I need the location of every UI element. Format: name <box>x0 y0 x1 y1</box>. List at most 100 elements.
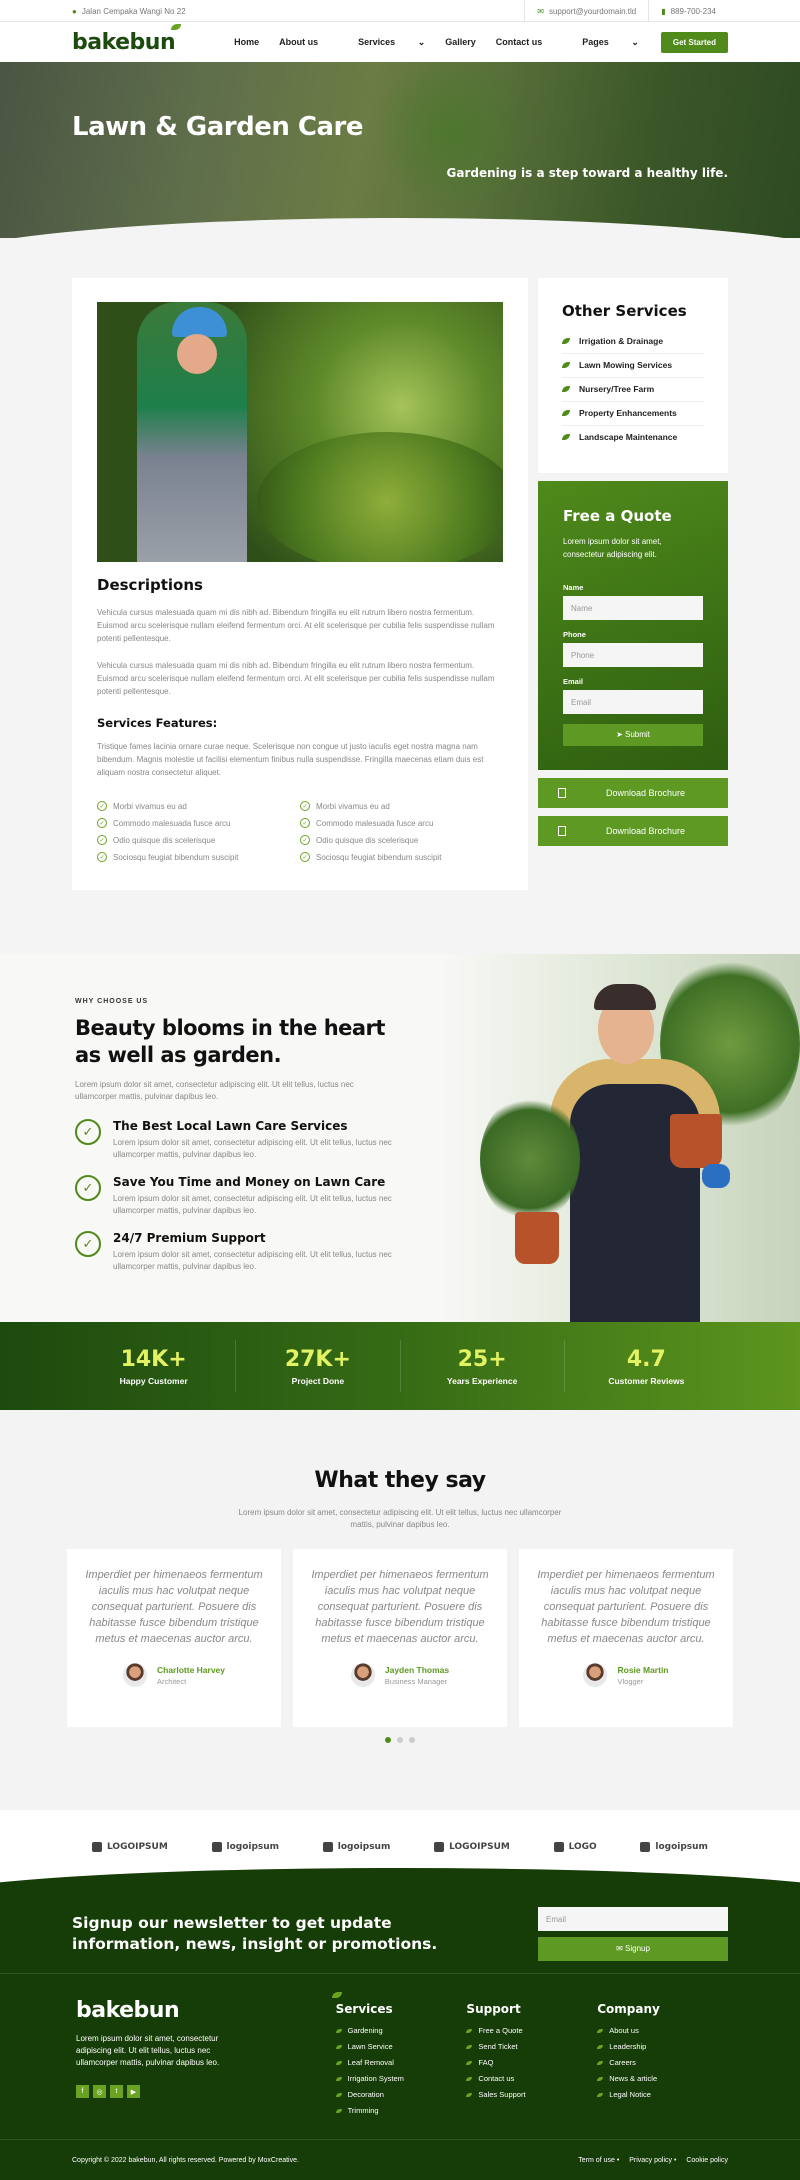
facebook-icon[interactable]: f <box>76 2085 89 2098</box>
features-list: ✓ Morbi vivamus eu ad ✓ Morbi vivamus eu a… <box>97 801 503 862</box>
map-pin-icon: ● <box>72 6 77 16</box>
feature-item: ✓ Morbi vivamus eu ad <box>97 801 300 811</box>
check-icon: ✓ <box>97 835 107 845</box>
signup-button[interactable]: ✉ Signup <box>538 1937 728 1961</box>
why-item-title: The Best Local Lawn Care Services <box>113 1119 348 1133</box>
terms-link[interactable]: Term of use <box>578 2157 615 2164</box>
email-label: Email <box>563 677 584 686</box>
testimonial-card: Imperdiet per himenaeos fermentum iaculi… <box>519 1549 733 1727</box>
email-field[interactable]: Email <box>563 690 703 714</box>
chevron-down-icon: ⌄ <box>417 36 426 47</box>
carousel-dot[interactable] <box>397 1737 403 1743</box>
other-service-irrigation[interactable]: Irrigation & Drainage <box>562 330 704 354</box>
testimonials-heading: What they say <box>314 1468 486 1493</box>
chevron-down-icon: ⌄ <box>631 36 639 47</box>
footer-logo[interactable]: bakebun <box>76 1992 342 2023</box>
leaf-icon <box>562 410 570 416</box>
footer-link[interactable]: Sales Support <box>466 2090 597 2099</box>
leaf-icon <box>171 23 182 30</box>
description-paragraph: Vehicula cursus malesuada quam mi dis ni… <box>97 608 495 643</box>
partner-logo: logoipsum <box>322 1842 390 1852</box>
why-item-text: Lorem ipsum dolor sit amet, consectetur … <box>113 1194 392 1215</box>
feature-item: ✓ Odio quisque dis scelerisque <box>300 835 503 845</box>
footer-link[interactable]: FAQ <box>466 2058 597 2067</box>
name-field[interactable]: Name <box>563 596 703 620</box>
sidebar: Other Services Irrigation & Drainage Law… <box>538 278 728 846</box>
nav-pages[interactable]: Pages ⌄ <box>562 37 639 48</box>
name-label: Name <box>563 583 584 592</box>
phone-contact[interactable]: ▮ 889-700-234 <box>648 0 728 22</box>
email-contact[interactable]: ✉ support@yourdomain.tld <box>524 0 648 22</box>
other-service-lawn-mowing[interactable]: Lawn Mowing Services <box>562 354 704 378</box>
nav-gallery[interactable]: Gallery <box>445 37 476 48</box>
section-eyebrow: WHY CHOOSE US <box>75 998 149 1005</box>
footer-link[interactable]: Send Ticket <box>466 2042 597 2051</box>
testimonial-quote: Imperdiet per himenaeos fermentum iaculi… <box>311 1569 489 1645</box>
gardener-woman-photo <box>480 954 800 1322</box>
stat-item: 25+ Years Experience <box>401 1340 565 1392</box>
other-service-landscape[interactable]: Landscape Maintenance <box>562 426 704 449</box>
footer-company: Company About us Leadership Careers News… <box>597 1998 728 2122</box>
footer-link[interactable]: Contact us <box>466 2074 597 2083</box>
carousel-dot[interactable] <box>385 1737 391 1743</box>
features-heading: Services Features: <box>97 716 218 730</box>
other-service-nursery[interactable]: Nursery/Tree Farm <box>562 378 704 402</box>
phone-icon: ▮ <box>661 6 666 16</box>
footer-link[interactable]: Gardening <box>335 2026 467 2035</box>
newsletter-email-input[interactable]: Email <box>538 1907 728 1931</box>
phone-field[interactable]: Phone <box>563 643 703 667</box>
why-item-title: Save You Time and Money on Lawn Care <box>113 1175 386 1189</box>
download-brochure-button[interactable]: Download Brochure <box>538 816 728 846</box>
mail-icon: ✉ <box>537 6 544 16</box>
site-logo[interactable]: bakebun <box>72 23 182 55</box>
other-service-property[interactable]: Property Enhancements <box>562 402 704 426</box>
leaf-icon <box>562 386 570 392</box>
site-footer: Signup our newsletter to get update info… <box>0 1868 800 2180</box>
footer-link[interactable]: Decoration <box>335 2090 467 2099</box>
footer-link[interactable]: News & article <box>597 2074 728 2083</box>
leaf-icon <box>562 362 570 368</box>
why-item: ✓ Save You Time and Money on Lawn Care Lo… <box>75 1175 395 1217</box>
pdf-icon <box>558 826 566 836</box>
quote-text: Lorem ipsum dolor sit amet, consectetur … <box>563 537 662 559</box>
youtube-icon[interactable]: ▶ <box>127 2085 140 2098</box>
footer-link[interactable]: Careers <box>597 2058 728 2067</box>
nav-about[interactable]: About us <box>279 37 318 48</box>
privacy-link[interactable]: Privacy policy <box>629 2157 672 2164</box>
stats-bar: 14K+ Happy Customer 27K+ Project Done 25+ Y… <box>0 1322 800 1410</box>
nav-contact[interactable]: Contact us <box>496 37 543 48</box>
footer-link[interactable]: About us <box>597 2026 728 2035</box>
why-item-title: 24/7 Premium Support <box>113 1231 266 1245</box>
testimonial-role: Architect <box>156 1676 187 1686</box>
check-circle-icon: ✓ <box>75 1119 101 1145</box>
cookie-link[interactable]: Cookie policy <box>686 2157 728 2164</box>
footer-link[interactable]: Leadership <box>597 2042 728 2051</box>
download-brochure-button[interactable]: Download Brochure <box>538 778 728 808</box>
quote-heading: Free a Quote <box>563 507 672 525</box>
footer-link[interactable]: Free a Quote <box>466 2026 597 2035</box>
footer-link[interactable]: Lawn Service <box>335 2042 467 2051</box>
footer-link[interactable]: Leaf Removal <box>335 2058 467 2067</box>
nav-home[interactable]: Home <box>234 37 259 48</box>
submit-button[interactable]: ➤ Submit <box>563 724 703 746</box>
main-nav: bakebun Home About us Services ⌄ Gallery… <box>0 22 800 62</box>
nav-services[interactable]: Services ⌄ <box>338 37 425 48</box>
footer-support: Support Free a Quote Send Ticket FAQ Con… <box>466 1998 597 2122</box>
testimonials-section: What they say Lorem ipsum dolor sit amet… <box>0 1410 800 1810</box>
instagram-icon[interactable]: ◎ <box>93 2085 106 2098</box>
footer-link[interactable]: Legal Notice <box>597 2090 728 2099</box>
twitter-icon[interactable]: t <box>110 2085 123 2098</box>
testimonial-role: Vlogger <box>617 1676 644 1686</box>
get-started-button[interactable]: Get Started <box>660 31 728 53</box>
footer-link[interactable]: Trimming <box>335 2106 467 2115</box>
feature-item: ✓ Morbi vivamus eu ad <box>300 801 503 811</box>
testimonial-carousel[interactable]: Imperdiet per himenaeos fermentum iaculi… <box>0 1549 800 1727</box>
check-circle-icon: ✓ <box>75 1231 101 1257</box>
description-paragraph: Vehicula cursus malesuada quam mi dis ni… <box>97 661 495 696</box>
stat-item: 27K+ Project Done <box>236 1340 401 1392</box>
carousel-dot[interactable] <box>409 1737 415 1743</box>
footer-link[interactable]: Irrigation System <box>335 2074 467 2083</box>
check-icon: ✓ <box>97 818 107 828</box>
footer-heading: Company <box>597 2002 660 2016</box>
feature-item: ✓ Sociosqu feugiat bibendum suscipit <box>300 852 503 862</box>
